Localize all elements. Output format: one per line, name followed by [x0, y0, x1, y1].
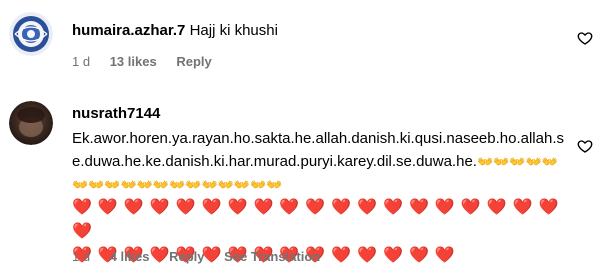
comment-time: 1 d — [72, 249, 91, 264]
emoji-hearts-row-1: ❤️❤️❤️❤️❤️❤️❤️❤️❤️❤️❤️❤️❤️❤️❤️❤️❤️❤️❤️❤️ — [72, 199, 565, 240]
comment-header: humaira.azhar.7 Hajj ki khushi — [72, 21, 565, 41]
comment-meta: 1 d 4 likes Reply See Translation — [72, 248, 565, 266]
see-translation-button[interactable]: See Translation — [224, 249, 320, 264]
comment-meta: 1 d 13 likes Reply — [72, 53, 565, 71]
avatar[interactable] — [9, 101, 53, 145]
reply-button[interactable]: Reply — [176, 54, 211, 69]
comment-time: 1 d — [72, 54, 91, 69]
comment-text: Ek.awor.horen.ya.rayan.ho.sakta.he.allah… — [72, 127, 565, 196]
heart-outline-icon[interactable] — [577, 138, 593, 154]
comment-likes[interactable]: 13 likes — [110, 54, 157, 69]
comment-header: nusrath7144 — [72, 104, 565, 124]
username[interactable]: humaira.azhar.7 — [72, 22, 185, 39]
heart-outline-icon[interactable] — [577, 30, 593, 46]
username[interactable]: nusrath7144 — [72, 105, 160, 122]
reply-button[interactable]: Reply — [169, 249, 204, 264]
comment-likes[interactable]: 4 likes — [110, 249, 150, 264]
avatar[interactable] — [9, 12, 53, 56]
comment-text: Hajj ki khushi — [189, 22, 278, 39]
